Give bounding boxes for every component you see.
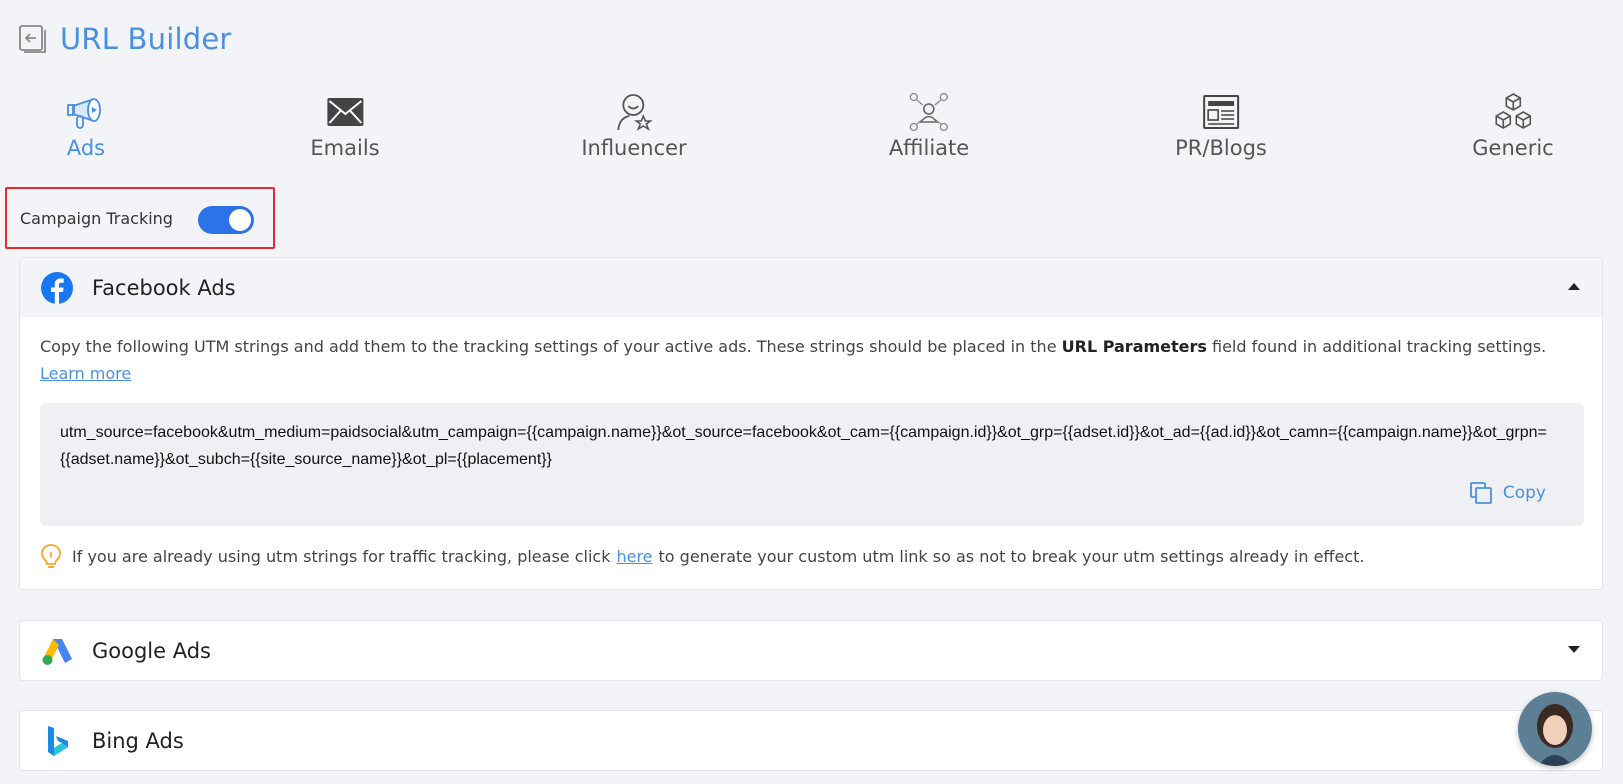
google-ads-title: Google Ads — [92, 638, 211, 663]
utm-string-box: utm_source=facebook&utm_medium=paidsocia… — [40, 403, 1584, 526]
avatar-image-icon — [1518, 692, 1592, 766]
newspaper-icon — [1202, 95, 1239, 129]
expand-caret-icon[interactable] — [1568, 646, 1580, 653]
tip-text: If you are already using utm strings for… — [72, 546, 611, 566]
tip-text-end: to generate your custom utm link so as n… — [658, 546, 1365, 566]
influencer-icon — [617, 94, 653, 131]
copy-button[interactable]: Copy — [1469, 481, 1546, 505]
envelope-icon — [327, 98, 363, 126]
tab-generic[interactable]: Generic — [1472, 92, 1554, 160]
campaign-tracking-label: Campaign Tracking — [20, 209, 173, 228]
collapse-caret-icon[interactable] — [1568, 283, 1580, 290]
affiliate-network-icon — [909, 92, 949, 132]
page-title: URL Builder — [60, 22, 232, 56]
facebook-ads-panel: Facebook Ads Copy the following UTM stri… — [19, 257, 1603, 590]
facebook-ads-header[interactable]: Facebook Ads — [20, 258, 1602, 317]
utm-tip: If you are already using utm strings for… — [40, 543, 1364, 569]
megaphone-icon — [67, 98, 101, 129]
bing-ads-panel: Bing Ads — [19, 710, 1603, 771]
instructions-text: Copy the following UTM strings and add t… — [40, 337, 1062, 356]
here-link[interactable]: here — [616, 547, 652, 566]
utm-string[interactable]: utm_source=facebook&utm_medium=paidsocia… — [60, 419, 1564, 473]
lightbulb-icon — [41, 544, 61, 568]
bing-logo-icon — [48, 725, 68, 756]
tab-pr-blogs[interactable]: PR/Blogs — [1175, 92, 1267, 160]
bing-ads-title: Bing Ads — [92, 728, 184, 753]
tab-label: Emails — [310, 136, 380, 160]
toggle-knob — [229, 209, 251, 231]
url-parameters-emphasis: URL Parameters — [1061, 337, 1207, 356]
campaign-tracking-toggle[interactable] — [198, 206, 254, 234]
cubes-icon — [1495, 93, 1531, 129]
channel-tabs: Ads Emails Influencer Affiliate PR/Blogs… — [0, 92, 1623, 172]
back-arrow-icon[interactable] — [18, 24, 48, 54]
campaign-tracking-highlight: Campaign Tracking — [5, 187, 275, 249]
learn-more-link[interactable]: Learn more — [40, 364, 131, 383]
facebook-instructions: Copy the following UTM strings and add t… — [40, 333, 1580, 387]
tab-label: Affiliate — [888, 136, 970, 160]
support-avatar[interactable] — [1518, 692, 1592, 766]
tab-label: Ads — [66, 136, 106, 160]
tab-emails[interactable]: Emails — [310, 92, 380, 160]
facebook-logo-icon — [41, 271, 73, 304]
google-ads-header[interactable]: Google Ads — [20, 621, 1602, 680]
tab-influencer[interactable]: Influencer — [581, 92, 687, 160]
google-ads-panel: Google Ads — [19, 620, 1603, 681]
tab-ads[interactable]: Ads — [65, 92, 107, 160]
page-header: URL Builder — [18, 22, 232, 56]
copy-label: Copy — [1502, 483, 1546, 503]
tab-affiliate[interactable]: Affiliate — [889, 92, 969, 160]
bing-ads-header[interactable]: Bing Ads — [20, 711, 1602, 770]
tab-label: Influencer — [581, 136, 687, 160]
facebook-ads-title: Facebook Ads — [92, 275, 236, 300]
tab-label: PR/Blogs — [1175, 136, 1267, 160]
tab-label: Generic — [1472, 136, 1554, 160]
instructions-text-end: field found in additional tracking setti… — [1206, 337, 1547, 356]
copy-icon — [1469, 482, 1492, 504]
google-ads-logo-icon — [42, 638, 72, 665]
